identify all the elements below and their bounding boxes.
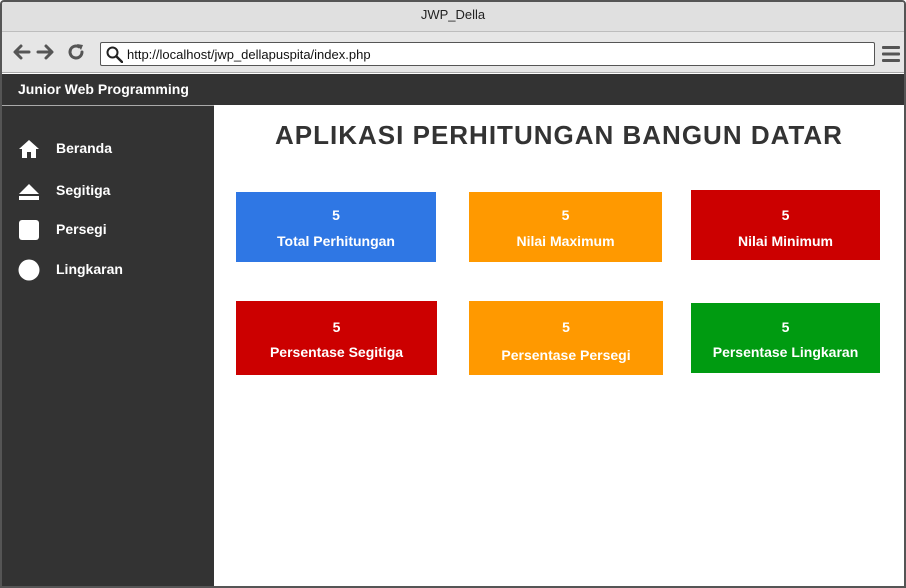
- stat-label: Total Perhitungan: [277, 233, 395, 249]
- stat-card-maximum: 5 Nilai Maximum: [469, 192, 662, 262]
- sidebar-item-label: Lingkaran: [56, 261, 123, 277]
- stat-value: 5: [562, 319, 570, 335]
- sidebar-item-lingkaran[interactable]: Lingkaran: [2, 255, 214, 285]
- square-icon: [19, 220, 39, 240]
- address-bar: http://localhost/jwp_dellapuspita/index.…: [2, 32, 904, 73]
- stat-card-persegi: 5 Persentase Persegi: [469, 301, 663, 375]
- browser-window: JWP_Della http://localhost/jwp_dellapusp…: [0, 0, 906, 588]
- stat-label: Persentase Segitiga: [269, 344, 404, 360]
- sidebar: Beranda Segitiga Persegi Lingkaran: [2, 106, 214, 586]
- sidebar-item-label: Beranda: [56, 140, 113, 156]
- stat-label: Persentase Persegi: [501, 347, 631, 363]
- circle-icon: [18, 259, 40, 281]
- stat-label: Nilai Minimum: [738, 233, 833, 249]
- search-icon: [106, 46, 123, 63]
- sidebar-item-beranda[interactable]: Beranda: [2, 134, 214, 164]
- eject-triangle-icon: [19, 184, 39, 200]
- url-text: http://localhost/jwp_dellapuspita/index.…: [127, 47, 371, 62]
- window-title: JWP_Della: [2, 2, 904, 32]
- stat-label: Persentase Lingkaran: [712, 344, 859, 360]
- stat-card-total: 5 Total Perhitungan: [236, 192, 436, 262]
- stat-card-segitiga: 5 Persentase Segitiga: [236, 301, 437, 375]
- stat-card-minimum: 5 Nilai Minimum: [691, 190, 880, 260]
- sidebar-item-label: Persegi: [56, 221, 107, 237]
- back-arrow-icon[interactable]: [11, 42, 31, 62]
- hamburger-menu-icon[interactable]: [881, 45, 901, 63]
- stat-value: 5: [781, 207, 790, 223]
- stat-label: Nilai Maximum: [516, 233, 615, 249]
- url-field[interactable]: http://localhost/jwp_dellapuspita/index.…: [100, 42, 875, 66]
- page-title: APLIKASI PERHITUNGAN BANGUN DATAR: [275, 120, 843, 150]
- stat-value: 5: [781, 319, 790, 335]
- home-icon: [19, 140, 39, 158]
- app-brand[interactable]: Junior Web Programming: [2, 74, 904, 105]
- reload-icon[interactable]: [66, 42, 86, 62]
- stat-card-lingkaran: 5 Persentase Lingkaran: [691, 303, 880, 373]
- forward-arrow-icon[interactable]: [36, 42, 56, 62]
- sidebar-item-persegi[interactable]: Persegi: [2, 215, 214, 245]
- stat-value: 5: [561, 207, 570, 223]
- sidebar-item-label: Segitiga: [56, 182, 111, 198]
- stat-value: 5: [332, 207, 340, 223]
- sidebar-item-segitiga[interactable]: Segitiga: [2, 176, 214, 206]
- stat-value: 5: [332, 319, 341, 335]
